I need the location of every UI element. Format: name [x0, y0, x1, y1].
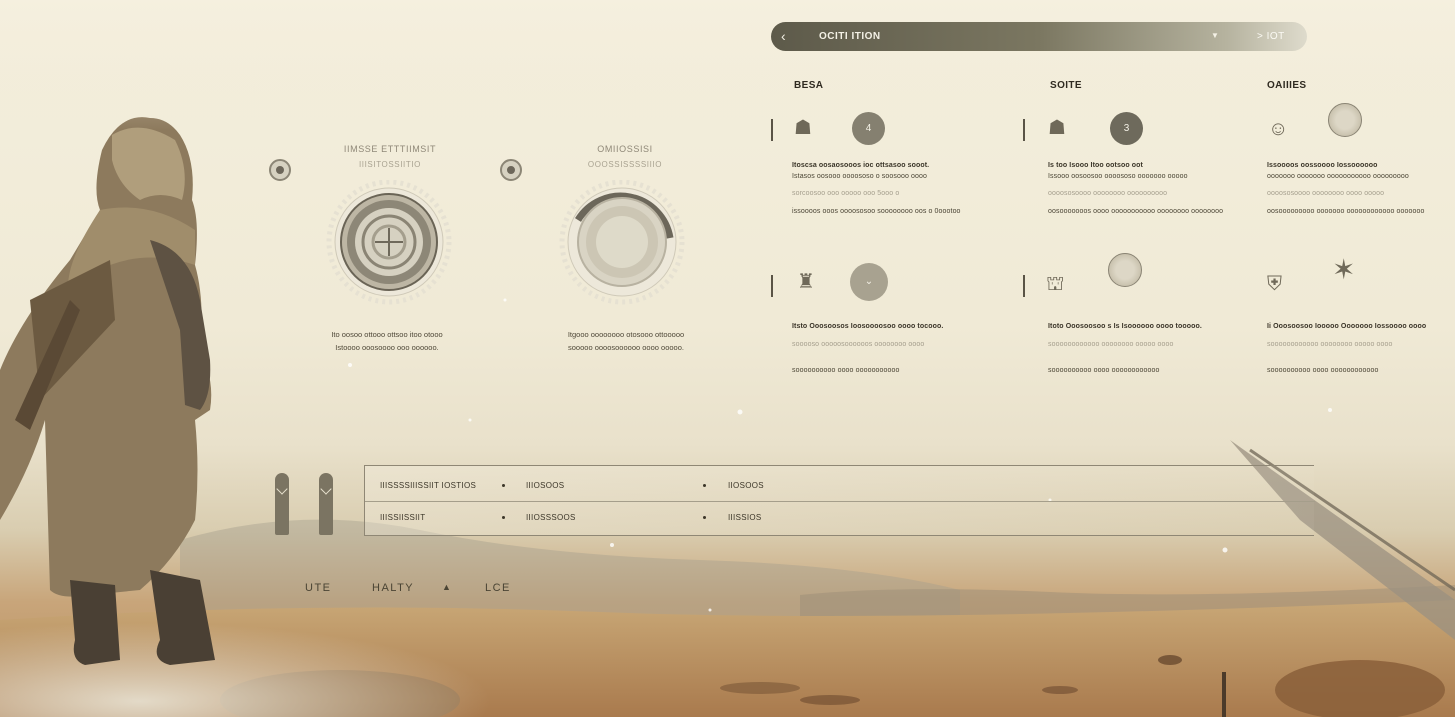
bullet	[703, 484, 706, 487]
figure-icon: ☺	[1268, 118, 1289, 140]
radial-dial-2[interactable]	[538, 180, 713, 305]
description-line: soooooooooo oooo oooooooooooo	[1048, 367, 1160, 374]
count-badge[interactable]: 3	[1110, 112, 1143, 145]
nav-title: OCITI ITION	[819, 31, 881, 42]
data-table: IIISSSSIIISSIIT IOSTIOS IIIOSOOS IIOSOOS…	[364, 465, 1315, 536]
helmet-icon: ☗	[1048, 117, 1066, 139]
table-cell: IIISSIISSIIT	[380, 513, 426, 522]
table-cell: IIOSOOS	[728, 481, 764, 490]
column-heading-2: SOITE	[1050, 80, 1083, 91]
description-line: soooooooooooo oooooooo ooooo oooo	[1267, 341, 1393, 348]
bullet	[502, 484, 505, 487]
table-divider	[365, 501, 1315, 502]
caret-down-icon[interactable]: ▼	[1211, 31, 1219, 40]
description-line: Itsto Ooosoosos Ioosoooosoo oooo tocooo.	[792, 323, 944, 330]
column-heading-3: OAIIIES	[1267, 80, 1307, 91]
chevron-left-icon[interactable]: ‹	[781, 28, 786, 44]
description-line: soooooooooooo oooooooo ooooo oooo	[1048, 341, 1174, 348]
description-line: Itoto Ooosoosoo s Is Isoooooo oooo toooo…	[1048, 323, 1202, 330]
table-cell: IIIOSOOS	[526, 481, 565, 490]
description-line: oooososoooo oooooooo oooooooooo	[1048, 190, 1168, 197]
table-cell: IIISSSSIIISSIIT IOSTIOS	[380, 481, 477, 490]
description-line: Istasos oosooo oooososo o soosooo oooo	[792, 173, 927, 180]
compass-emblem-icon	[1328, 103, 1362, 137]
widget-caption: Ito oosoo ottooo ottsoo itoo otooo	[331, 330, 443, 339]
settings-badge-icon[interactable]	[269, 159, 291, 181]
description-line: sooooso ooooosoooooos oooooooo oooo	[792, 341, 925, 348]
bullet	[502, 516, 505, 519]
widget-caption: sooooo oooosoooooo oooo ooooo.	[568, 343, 684, 352]
row-marker	[771, 275, 773, 297]
description-line: Ii Ooosoosoo Iooooo Ooooooo Iossoooo ooo…	[1267, 323, 1427, 330]
totem-icon: ♜	[797, 271, 815, 293]
description-line: soooooooooo oooo ooooooooooo	[792, 367, 900, 374]
top-nav-bar: ‹ OCITI ITION ▼ > IOT	[771, 22, 1307, 51]
bottom-nav-item-1[interactable]: UTE	[305, 582, 332, 594]
widget-subtitle: OOOSSISSSSIIIO	[587, 160, 663, 169]
row-marker	[1023, 275, 1025, 297]
settings-badge-icon[interactable]	[500, 159, 522, 181]
widget-caption: Istoooo ooosoooo ooo oooooo.	[335, 343, 439, 352]
level-marker-1[interactable]	[275, 473, 289, 535]
table-cell: IIIOSSSOOS	[526, 513, 576, 522]
mushroom-icon: ⛫	[1046, 273, 1065, 295]
desert-landscape-background	[0, 0, 1455, 717]
widget-caption: Itgooo oooooooo otosooo ottooooo	[567, 330, 685, 339]
widget-title: IIMSSE ETTTIIMSIT	[343, 144, 437, 154]
radial-dial-1[interactable]	[305, 180, 480, 305]
next-button[interactable]: > IOT	[1257, 31, 1285, 42]
row-marker	[771, 119, 773, 141]
row-marker	[1023, 119, 1025, 141]
description-line: Issooo oosoosoo oooososo ooooooo ooooo	[1048, 173, 1188, 180]
description-line: Itoscsa oosaosooos ioc ottsasoo sooot.	[792, 162, 930, 169]
triangle-up-icon[interactable]: ▲	[442, 582, 452, 592]
emblem-icon	[1108, 253, 1142, 287]
feather-icon: ✶	[1332, 254, 1356, 285]
helmet-icon: ☗	[794, 117, 812, 139]
description-line: oosooooooooo ooooooo oooooooooooo oooooo…	[1267, 208, 1425, 215]
count-badge[interactable]: 4	[852, 112, 885, 145]
shield-icon: ⛨	[1267, 273, 1282, 295]
description-line: soooooooooo oooo oooooooooooo	[1267, 367, 1379, 374]
description-line: sorcoosoo ooo ooooo ooo 5ooo o	[792, 190, 900, 197]
description-line: Is too Isooo Itoo ootsoo oot	[1048, 162, 1143, 169]
bottom-nav-item-3[interactable]: LCE	[485, 582, 511, 594]
widget-subtitle: IIISITOSSIITIO	[358, 160, 422, 169]
description-line: Issoooos oossoooo Iossoooooo	[1267, 162, 1378, 169]
bullet	[703, 516, 706, 519]
description-line: issoooos ooos oooososoo soooooooo oos o …	[792, 208, 961, 215]
bottom-nav-item-2[interactable]: HALTY	[372, 582, 414, 594]
level-marker-2[interactable]	[319, 473, 333, 535]
chevron-down-icon[interactable]: ⌄	[850, 263, 888, 301]
column-heading-1: BESA	[794, 80, 824, 91]
widget-title: OMIIOSSISI	[597, 144, 653, 154]
description-line: ooooooo ooooooo ooooooooooo ooooooooo	[1267, 173, 1409, 180]
description-line: oooososoooo oooooooo oooo ooooo	[1267, 190, 1385, 197]
table-cell: IIISSIOS	[728, 513, 762, 522]
description-line: oosooooooos oooo ooooooooooo oooooooo oo…	[1048, 208, 1224, 215]
